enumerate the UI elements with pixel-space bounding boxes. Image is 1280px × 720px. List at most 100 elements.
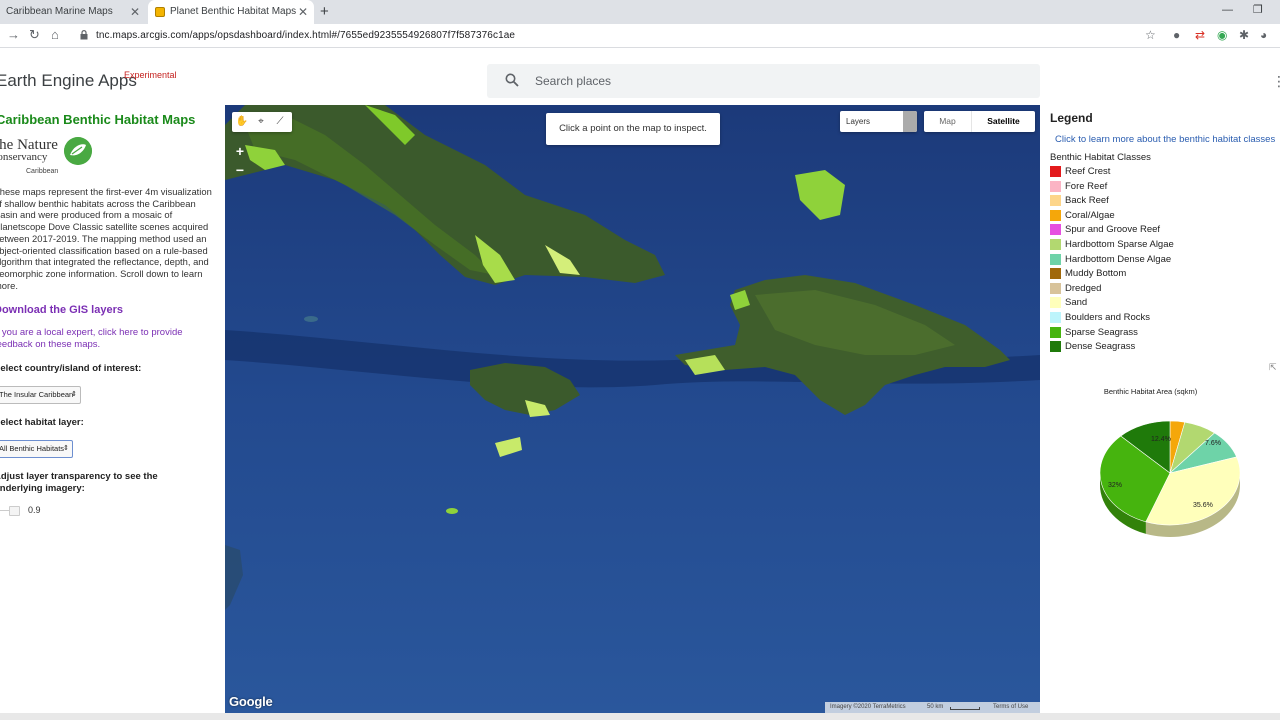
map-type-satellite-button[interactable]: Satellite bbox=[972, 111, 1035, 132]
zoom-out-button[interactable]: − bbox=[232, 161, 248, 179]
habitat-select-value: All Benthic Habitats bbox=[0, 444, 65, 453]
legend-swatch bbox=[1050, 297, 1061, 309]
close-icon[interactable]: ✕ bbox=[130, 0, 140, 24]
terms-link[interactable]: Terms of Use bbox=[993, 702, 1028, 713]
leaf-logo-icon bbox=[64, 137, 92, 165]
legend-swatch bbox=[1050, 195, 1061, 207]
transparency-slider[interactable] bbox=[0, 506, 20, 516]
legend-swatch bbox=[1050, 312, 1061, 323]
legend-label: Spur and Groove Reef bbox=[1065, 224, 1161, 236]
point-marker-icon[interactable]: ⌖ bbox=[254, 115, 268, 129]
hand-pan-icon[interactable]: ✋ bbox=[235, 115, 249, 129]
scale-label[interactable]: 50 km bbox=[927, 702, 943, 713]
layers-button[interactable]: Layers bbox=[840, 111, 917, 132]
legend-label: Fore Reef bbox=[1065, 180, 1108, 192]
data-label-sand: 35.6% bbox=[1193, 502, 1213, 509]
extension-arrows-icon[interactable]: ⇄ bbox=[1195, 28, 1205, 42]
transparency-value: 0.9 bbox=[28, 505, 41, 515]
description-text: These maps represent the first-ever 4m v… bbox=[0, 186, 212, 291]
select-arrows-icon: ⇕ bbox=[63, 445, 69, 452]
map-type-map-button[interactable]: Map bbox=[924, 111, 972, 132]
new-tab-icon[interactable]: + bbox=[320, 0, 329, 23]
legend-label: Dense Seagrass bbox=[1065, 341, 1136, 353]
scale-bar bbox=[950, 707, 980, 710]
transparency-label: Adjust layer transparency to see the und… bbox=[0, 471, 158, 494]
bottom-strip bbox=[0, 713, 1280, 720]
slider-handle[interactable] bbox=[9, 506, 20, 516]
legend-label: Dredged bbox=[1065, 282, 1102, 294]
legend-label: Hardbottom Dense Algae bbox=[1065, 253, 1172, 265]
legend-swatch bbox=[1050, 209, 1061, 221]
legend-label: Coral/Algae bbox=[1065, 209, 1115, 221]
legend-swatch bbox=[1050, 224, 1061, 236]
habitat-classes-link[interactable]: Click to learn more about the benthic ha… bbox=[1055, 134, 1275, 145]
panel-title: Caribbean Benthic Habitat Maps bbox=[0, 112, 196, 127]
layers-dropdown-cap[interactable] bbox=[903, 111, 917, 132]
logo-line2: Conservancy bbox=[0, 151, 48, 163]
reload-icon[interactable]: ↻ bbox=[29, 27, 40, 43]
restore-icon[interactable]: ❐ bbox=[1253, 0, 1263, 20]
tnc-logo: The Nature Conservancy Caribbean bbox=[0, 135, 100, 179]
lock-icon bbox=[80, 30, 88, 40]
map-type-control: Map Satellite bbox=[924, 111, 1035, 132]
satellite-imagery bbox=[225, 105, 1040, 713]
feedback-link[interactable]: If you are a local expert, click here to… bbox=[0, 327, 204, 351]
country-label: Select country/island of interest: bbox=[0, 363, 142, 374]
legend-title: Legend bbox=[1050, 111, 1093, 125]
more-options-icon[interactable]: ⋮ bbox=[1272, 73, 1280, 90]
habitat-select[interactable]: All Benthic Habitats ⇕ bbox=[0, 440, 73, 458]
legend-swatch bbox=[1050, 253, 1061, 265]
close-icon[interactable]: ✕ bbox=[298, 0, 308, 24]
search-input[interactable] bbox=[535, 72, 1015, 90]
legend-label: Reef Crest bbox=[1065, 166, 1111, 177]
legend-label: Boulders and Rocks bbox=[1065, 312, 1151, 323]
layers-label: Layers bbox=[846, 117, 871, 126]
legend-swatch bbox=[1050, 166, 1061, 177]
star-icon[interactable]: ☆ bbox=[1145, 28, 1156, 42]
legend-swatch bbox=[1050, 239, 1061, 250]
legend-swatch bbox=[1050, 326, 1061, 338]
legend-swatch bbox=[1050, 268, 1061, 280]
data-label-dense-seagrass: 12.4% bbox=[1151, 436, 1171, 443]
line-draw-icon[interactable]: ⟋ bbox=[273, 115, 287, 129]
country-select-value: The Insular Caribbean bbox=[0, 390, 74, 399]
tab-planet-benthic-habitat-maps[interactable]: Planet Benthic Habitat Maps ✕ bbox=[148, 0, 314, 24]
legend-label: Muddy Bottom bbox=[1065, 268, 1127, 280]
map-canvas[interactable]: ✋ ⌖ ⟋ + − Click a point on the map to in… bbox=[225, 105, 1040, 713]
habitat-label: Select habitat layer: bbox=[0, 417, 84, 428]
data-label-sparse-seagrass: 32% bbox=[1108, 482, 1123, 489]
home-icon[interactable]: ⌂ bbox=[51, 27, 59, 42]
app-header: Earth Engine Apps Experimental ⋮ bbox=[0, 57, 1280, 105]
legend-swatch bbox=[1050, 341, 1061, 353]
legend-swatch bbox=[1050, 282, 1061, 294]
extension-circle-icon[interactable]: ● bbox=[1173, 28, 1180, 42]
chart-title: Benthic Habitat Area (sqkm) bbox=[1103, 387, 1198, 396]
profile-icon[interactable]: ◕ bbox=[1260, 28, 1267, 42]
forward-icon[interactable]: → bbox=[7, 27, 20, 42]
logo-sub: Caribbean bbox=[26, 168, 59, 175]
inspect-tooltip: Click a point on the map to inspect. bbox=[546, 113, 720, 145]
chrome-icon[interactable]: ◉ bbox=[1217, 28, 1227, 42]
legend-label: Back Reef bbox=[1065, 195, 1109, 207]
tab-label: Planet Benthic Habitat Maps bbox=[170, 6, 297, 17]
address-bar: → ↻ ⌂ tnc.maps.arcgis.com/apps/opsdashbo… bbox=[0, 24, 1280, 48]
legend-label: Hardbottom Sparse Algae bbox=[1065, 239, 1174, 250]
country-select[interactable]: The Insular Caribbean ⇕ bbox=[0, 386, 81, 404]
search-box bbox=[487, 64, 1040, 98]
zoom-in-button[interactable]: + bbox=[232, 142, 248, 160]
legend-heading: Benthic Habitat Classes bbox=[1050, 152, 1151, 163]
extensions-puzzle-icon[interactable]: ✱ bbox=[1239, 28, 1249, 42]
open-in-new-icon[interactable]: ⇱ bbox=[1269, 362, 1277, 373]
brand-tag: Experimental bbox=[124, 70, 177, 80]
minimize-icon[interactable]: — bbox=[1222, 0, 1233, 20]
tab-caribbean-marine-maps[interactable]: Caribbean Marine Maps ✕ bbox=[0, 0, 146, 24]
download-gis-link[interactable]: Download the GIS layers bbox=[0, 304, 123, 316]
brand-title[interactable]: Earth Engine Apps bbox=[0, 71, 137, 91]
imagery-credit: Imagery ©2020 TerraMetrics bbox=[830, 704, 906, 710]
select-arrows-icon: ⇕ bbox=[71, 391, 77, 398]
left-panel: Caribbean Benthic Habitat Maps The Natur… bbox=[0, 105, 225, 720]
url-input[interactable]: tnc.maps.arcgis.com/apps/opsdashboard/in… bbox=[96, 30, 515, 41]
legend-label: Sparse Seagrass bbox=[1065, 326, 1138, 338]
map-attribution: Imagery ©2020 TerraMetrics 50 km Terms o… bbox=[825, 702, 1040, 713]
legend-swatch bbox=[1050, 180, 1061, 192]
